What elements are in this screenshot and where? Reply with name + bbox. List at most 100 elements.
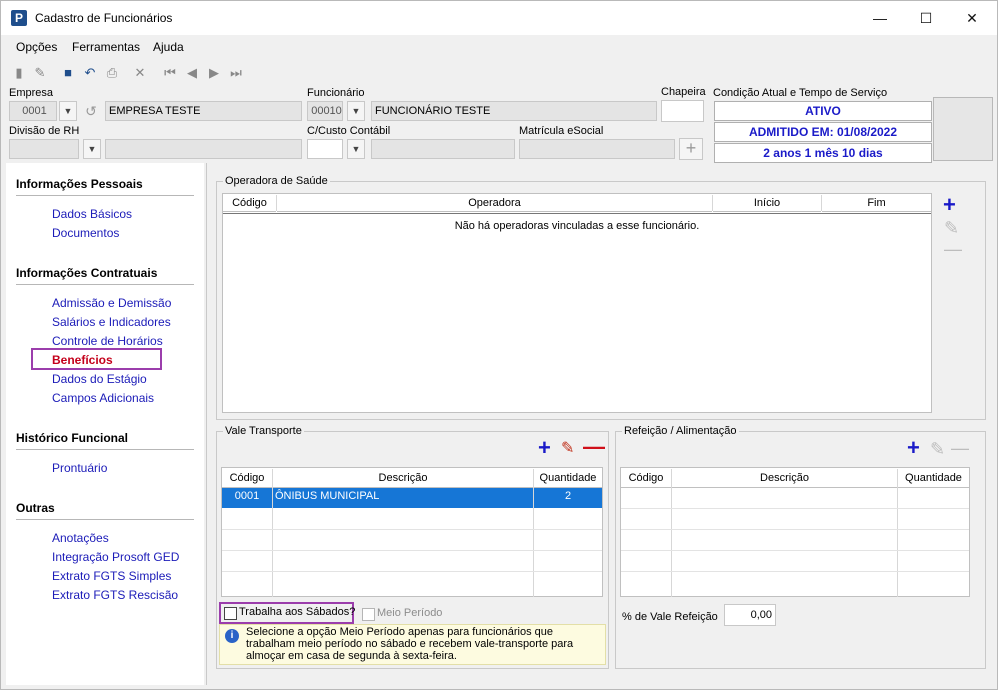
refeicao-col-quantidade[interactable]: Quantidade [898,469,969,488]
refresh-icon[interactable]: ↺ [81,101,101,121]
sidebar-item-fgts-simples[interactable]: Extrato FGTS Simples [52,569,171,583]
edit-refeicao-icon[interactable]: ✎ [930,439,945,459]
last-record-icon[interactable]: ⏭ [227,64,245,82]
vale-row-codigo: 0001 [234,490,260,502]
empresa-dropdown-button[interactable]: ▼ [59,101,77,121]
sidebar-divider [16,195,194,196]
refeicao-col-descricao[interactable]: Descrição [672,469,897,488]
funcionario-code-field[interactable]: 00010 [307,101,343,121]
funcionario-dropdown-button[interactable]: ▼ [347,101,365,121]
print-icon[interactable]: ⎙ [103,64,121,82]
sidebar [6,163,204,685]
menu-bar [1,36,997,60]
vale-col-codigo[interactable]: Código [222,469,272,488]
custo-code-field[interactable] [307,139,343,159]
sidebar-section-outras: Outras [16,501,55,515]
empresa-name-field: EMPRESA TESTE [105,101,302,121]
remove-vale-icon[interactable]: — [583,436,605,458]
meio-periodo-label: Meio Período [377,607,443,619]
service-time-badge: 2 anos 1 mês 10 dias [714,143,932,163]
operadora-col-fim[interactable]: Fim [822,194,931,212]
percent-label: % de Vale Refeição [622,611,718,623]
sidebar-item-horarios[interactable]: Controle de Horários [52,334,163,348]
chapeira-label: Chapeira [661,86,706,98]
divisao-field[interactable] [9,139,79,159]
new-document-icon[interactable]: ▮ [10,64,28,82]
sidebar-item-estagio[interactable]: Dados do Estágio [52,372,147,386]
vale-legend: Vale Transporte [225,425,302,437]
previous-record-icon[interactable]: ◀ [183,64,201,82]
percent-vale-field[interactable]: 0,00 [724,604,776,626]
meio-periodo-checkbox[interactable] [362,608,375,621]
info-icon: i [225,629,239,643]
vale-col-descricao[interactable]: Descrição [273,469,533,488]
grid-row-line [621,571,969,572]
remove-refeicao-icon[interactable]: — [951,438,969,458]
next-record-icon[interactable]: ▶ [205,64,223,82]
edit-operadora-icon[interactable]: ✎ [944,218,959,238]
admission-date-badge: ADMITIDO EM: 01/08/2022 [714,122,932,142]
sidebar-item-ged[interactable]: Integração Prosoft GED [52,550,179,564]
sidebar-section-pessoais: Informações Pessoais [16,177,143,191]
sidebar-item-campos-adicionais[interactable]: Campos Adicionais [52,391,154,405]
refeicao-col-codigo[interactable]: Código [621,469,671,488]
chapeira-field[interactable] [661,100,704,122]
close-button[interactable]: ✕ [949,1,995,35]
operadora-legend: Operadora de Saúde [225,175,328,187]
empresa-code-field[interactable]: 0001 [9,101,57,121]
grid-divider [821,195,822,211]
refeicao-legend: Refeição / Alimentação [624,425,737,437]
matricula-label: Matrícula eSocial [519,125,604,137]
sidebar-divider [16,449,194,450]
empresa-label: Empresa [9,87,54,99]
first-record-icon[interactable]: ⏮ [161,64,179,82]
sidebar-item-dados-basicos[interactable]: Dados Básicos [52,207,132,221]
grid-divider [276,195,277,211]
add-vale-icon[interactable]: + [538,437,551,459]
grid-row-line [222,571,602,572]
grid-row-line [621,550,969,551]
grid-divider [533,469,534,597]
operadora-col-codigo[interactable]: Código [223,194,276,212]
edit-pencil-icon[interactable]: ✎ [31,64,49,82]
save-icon[interactable]: ■ [59,64,77,82]
sidebar-item-beneficios[interactable]: Benefícios [52,353,113,367]
vale-row-descricao: ÔNIBUS MUNICIPAL [275,490,380,502]
menu-ferramentas[interactable]: Ferramentas [72,40,140,54]
add-refeicao-icon[interactable]: + [907,437,920,459]
minimize-button[interactable]: — [857,1,903,35]
divisao-dropdown-button[interactable]: ▼ [83,139,101,159]
maximize-button[interactable]: ☐ [903,1,949,35]
sidebar-item-documentos[interactable]: Documentos [52,226,119,240]
add-operadora-icon[interactable]: + [943,194,956,216]
status-ativo-badge: ATIVO [714,101,932,121]
matricula-field[interactable] [519,139,675,159]
sabados-checkbox[interactable] [224,607,237,620]
edit-vale-icon[interactable]: ✎ [561,439,574,459]
grid-row-line [621,508,969,509]
sidebar-divider [16,519,194,520]
grid-row-line [621,529,969,530]
vale-col-quantidade[interactable]: Quantidade [534,469,602,488]
operadora-col-operadora[interactable]: Operadora [277,194,712,212]
add-matricula-button[interactable]: + [679,138,703,160]
sidebar-item-prontuario[interactable]: Prontuário [52,461,107,475]
menu-ajuda[interactable]: Ajuda [153,40,184,54]
sidebar-item-fgts-rescisao[interactable]: Extrato FGTS Rescisão [52,588,178,602]
operadora-col-inicio[interactable]: Início [713,194,821,212]
sidebar-item-anotacoes[interactable]: Anotações [52,531,109,545]
delete-icon[interactable]: ✕ [131,64,149,82]
condicao-label: Condição Atual e Tempo de Serviço [713,87,888,99]
sidebar-item-salarios[interactable]: Salários e Indicadores [52,315,171,329]
employee-photo[interactable] [933,97,993,161]
sidebar-section-contratuais: Informações Contratuais [16,266,158,280]
operadora-empty-message: Não há operadoras vinculadas a esse func… [454,220,700,232]
sabados-label: Trabalha aos Sábados? [239,606,356,618]
menu-opcoes[interactable]: Opções [16,40,57,54]
remove-operadora-icon[interactable]: — [944,239,962,259]
grid-divider [897,469,898,597]
sidebar-divider [16,284,194,285]
undo-icon[interactable]: ↶ [81,64,99,82]
sidebar-item-admissao[interactable]: Admissão e Demissão [52,296,171,310]
custo-dropdown-button[interactable]: ▼ [347,139,365,159]
